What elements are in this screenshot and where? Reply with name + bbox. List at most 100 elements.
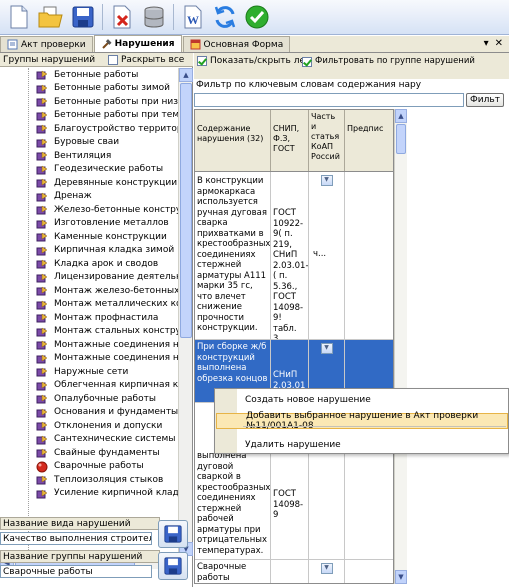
toolbar-separator bbox=[173, 4, 174, 30]
new-document-icon[interactable] bbox=[4, 2, 34, 32]
tree-item[interactable]: Бетонные работы при темпер bbox=[0, 109, 178, 123]
column-header-snip[interactable]: СНИП, Ф.З, ГОСТ bbox=[271, 110, 309, 171]
cell-content: выполнена дуговой сваркой в крестообразн… bbox=[195, 447, 271, 559]
violation-group-icon bbox=[36, 448, 48, 458]
violation-name-field[interactable]: Качество выполнения строительн bbox=[0, 532, 152, 545]
close-icon[interactable]: ✕ bbox=[495, 38, 503, 49]
tree-item-label: Бетонные работы зимой bbox=[54, 83, 171, 94]
chevron-down-icon[interactable]: ▼ bbox=[320, 343, 333, 354]
tree-item[interactable]: Кладка арок и сводов bbox=[0, 257, 178, 271]
show-hide-toggle[interactable]: Показать/скрыть ле bbox=[197, 56, 305, 66]
tree-item[interactable]: Отклонения и допуски bbox=[0, 419, 178, 433]
open-folder-icon[interactable] bbox=[36, 2, 66, 32]
save-icon[interactable] bbox=[68, 2, 98, 32]
tree-item[interactable]: Наружные сети bbox=[0, 365, 178, 379]
tab-violations[interactable]: Нарушения bbox=[93, 35, 182, 52]
tree-item[interactable]: Монтажные соединения на bbox=[0, 352, 178, 366]
tree-item[interactable]: Монтаж профнастила bbox=[0, 311, 178, 325]
tree-item[interactable]: Каменные конструкции bbox=[0, 230, 178, 244]
tree-item[interactable]: Благоустройство территории bbox=[0, 122, 178, 136]
tree-item[interactable]: Бетонные работы при низких bbox=[0, 95, 178, 109]
grid-vertical-scrollbar[interactable]: ▲ ▼ bbox=[394, 109, 407, 584]
tree-item[interactable]: Вентиляция bbox=[0, 149, 178, 163]
save-group-name-button[interactable] bbox=[158, 552, 188, 580]
tree-item-label: Усиление кирпичной кладк bbox=[54, 488, 178, 499]
tree-item[interactable]: Лицензирование деятельнос bbox=[0, 271, 178, 285]
scroll-up-icon[interactable]: ▲ bbox=[395, 109, 407, 123]
confirm-icon[interactable] bbox=[242, 2, 272, 32]
menu-item-delete-violation[interactable]: Удалить нарушение bbox=[215, 437, 508, 453]
word-export-icon[interactable]: W bbox=[178, 2, 208, 32]
grid-header: Содержание нарушения (32) СНИП, Ф.З, ГОС… bbox=[195, 110, 393, 172]
tree-item[interactable]: Опалубочные работы bbox=[0, 392, 178, 406]
tree-item[interactable]: Буровые сваи bbox=[0, 136, 178, 150]
database-icon[interactable] bbox=[139, 2, 169, 32]
column-header-koap[interactable]: Часть и статья КоАП Россий bbox=[309, 110, 345, 171]
tree-item[interactable]: Монтаж стальных конструк bbox=[0, 325, 178, 339]
tab-label: Нарушения bbox=[114, 39, 175, 49]
violation-group-icon bbox=[36, 259, 48, 269]
filter-by-group-checkbox[interactable] bbox=[302, 57, 312, 67]
chevron-down-icon[interactable]: ▼ bbox=[320, 563, 333, 574]
tree-item[interactable]: Монтажные соединения на bbox=[0, 338, 178, 352]
tab-inspection-act[interactable]: Акт проверки bbox=[0, 36, 93, 52]
cell-koap[interactable]: ▼ bbox=[309, 560, 345, 583]
tab-menu-icon[interactable]: ▾ bbox=[484, 38, 489, 49]
group-name-label: Название группы нарушений bbox=[0, 550, 160, 563]
delete-document-icon[interactable] bbox=[107, 2, 137, 32]
scrollbar-thumb[interactable] bbox=[396, 124, 406, 154]
filter-by-group-label: Фильтровать по группе нарушений bbox=[315, 56, 475, 66]
filter-button[interactable]: Фильт bbox=[466, 93, 504, 107]
tree-item[interactable]: Облегченная кирпичная клад bbox=[0, 379, 178, 393]
tree-item[interactable]: Сварочные работы bbox=[0, 460, 178, 474]
group-name-field[interactable]: Сварочные работы bbox=[0, 565, 152, 578]
keyword-filter-input[interactable] bbox=[194, 93, 464, 107]
tree-item[interactable]: Железо-бетонные конструк bbox=[0, 203, 178, 217]
refresh-icon[interactable] bbox=[210, 2, 240, 32]
tree-item[interactable]: Монтаж железо-бетонных к bbox=[0, 284, 178, 298]
table-row[interactable]: В конструкции армокаркаса используется р… bbox=[195, 172, 393, 340]
expand-all-toggle[interactable]: Раскрыть все bbox=[108, 55, 184, 65]
tree-item[interactable]: Сантехнические системы bbox=[0, 433, 178, 447]
scroll-up-icon[interactable]: ▲ bbox=[179, 68, 193, 82]
filter-by-group-toggle[interactable]: Фильтровать по группе нарушений bbox=[302, 56, 502, 67]
show-hide-checkbox[interactable] bbox=[197, 56, 207, 66]
tree-item[interactable]: Бетонные работы bbox=[0, 68, 178, 82]
tree-item-label: Наружные сети bbox=[54, 366, 129, 377]
violation-group-icon bbox=[36, 354, 48, 363]
save-violation-name-button[interactable] bbox=[158, 520, 188, 548]
tree-item[interactable]: Усиление кирпичной кладк bbox=[0, 487, 178, 501]
tree-item[interactable]: Деревянные конструкции bbox=[0, 176, 178, 190]
groups-title: Группы нарушений bbox=[3, 54, 96, 65]
cell-prescription bbox=[345, 172, 393, 339]
violation-group-icon bbox=[36, 421, 48, 431]
tree-item-label: Дренаж bbox=[54, 191, 92, 202]
tree-item[interactable]: Изготовление металлов bbox=[0, 217, 178, 231]
chevron-down-icon[interactable]: ▼ bbox=[320, 175, 333, 186]
tree-item[interactable]: Бетонные работы зимой bbox=[0, 82, 178, 96]
scrollbar-thumb[interactable] bbox=[180, 83, 192, 338]
scroll-down-icon[interactable]: ▼ bbox=[395, 570, 407, 584]
column-header-prescription[interactable]: Предпис bbox=[345, 110, 393, 171]
expand-all-checkbox[interactable] bbox=[108, 55, 118, 65]
tree-vertical-scrollbar[interactable]: ▲ ▼ bbox=[178, 68, 193, 556]
tree-item[interactable]: Теплоизоляция стыков bbox=[0, 473, 178, 487]
column-header-content[interactable]: Содержание нарушения (32) bbox=[195, 110, 271, 171]
tree-item-label: Монтаж металлических кон bbox=[54, 299, 178, 310]
tree-item[interactable]: Геодезические работы bbox=[0, 163, 178, 177]
violation-group-icon bbox=[36, 313, 48, 323]
tree-item[interactable]: Монтаж металлических кон bbox=[0, 298, 178, 312]
violation-group-icon bbox=[36, 151, 48, 161]
cell-koap[interactable]: ▼ ч... bbox=[309, 172, 345, 339]
tab-main-form[interactable]: Основная Форма bbox=[182, 36, 291, 52]
tree-item[interactable]: Дренаж bbox=[0, 190, 178, 204]
tree-item[interactable]: Основания и фундаменты bbox=[0, 406, 178, 420]
violation-group-icon bbox=[36, 435, 48, 444]
menu-item-create-violation[interactable]: Создать новое нарушение bbox=[215, 392, 508, 408]
tree-item[interactable]: Свайные фундаменты bbox=[0, 446, 178, 460]
violation-group-icon bbox=[36, 84, 48, 93]
table-row[interactable]: выполнена дуговой сваркой в крестообразн… bbox=[195, 447, 393, 560]
tree-item[interactable]: Кирпичная кладка зимой bbox=[0, 244, 178, 258]
table-row[interactable]: Сварочные работы ▼ bbox=[195, 560, 393, 583]
violation-group-icon bbox=[36, 286, 48, 296]
